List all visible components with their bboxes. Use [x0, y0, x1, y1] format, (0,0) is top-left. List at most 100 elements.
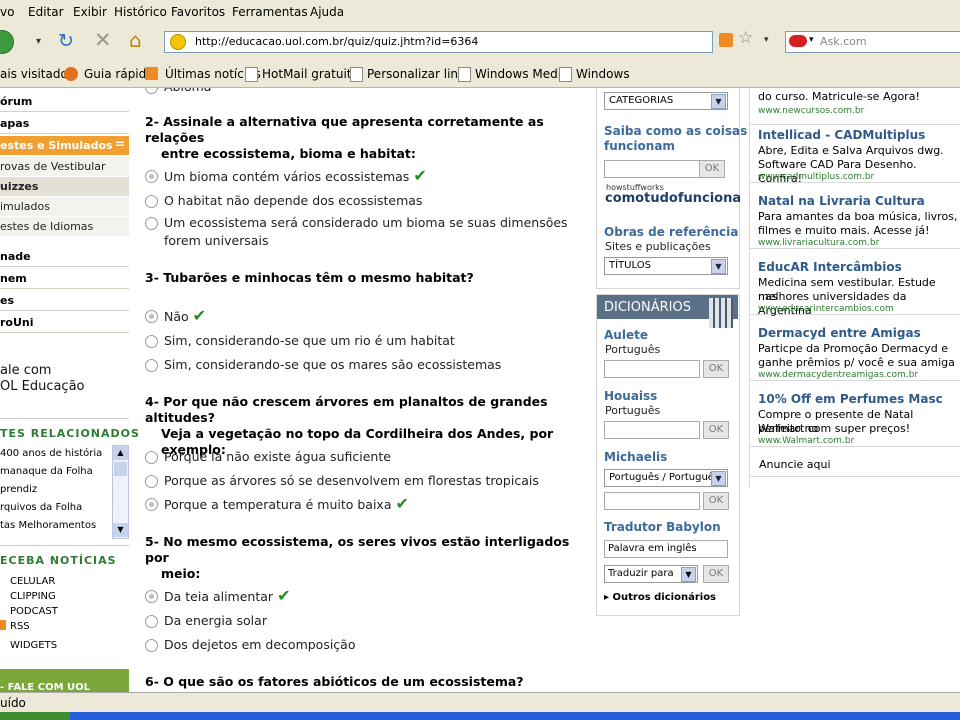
radio-button[interactable] [145, 359, 158, 372]
houaiss-ok-button[interactable]: OK [703, 421, 729, 439]
leftnav-enem[interactable]: nem [0, 269, 129, 289]
related-item[interactable]: 400 anos de história [0, 448, 102, 459]
news-podcast-link[interactable]: PODCAST [10, 606, 58, 617]
menu-edit[interactable]: Editar [28, 5, 64, 19]
radio-button[interactable] [145, 335, 158, 348]
url-bar[interactable]: http://educacao.uol.com.br/quiz/quiz.jht… [164, 31, 713, 53]
news-widgets-link[interactable]: WIDGETS [10, 640, 57, 651]
fale-com-uol-banner[interactable]: - FALE COM UOL [0, 669, 129, 692]
navigation-toolbar: ▾ ↻ ✕ ⌂ http://educacao.uol.com.br/quiz/… [0, 25, 960, 63]
contact-uol-link[interactable]: ale com OL Educação [0, 363, 85, 395]
history-dropdown-icon[interactable]: ▾ [36, 36, 41, 47]
outros-dicionarios-link[interactable]: ▸ Outros dicionários [604, 592, 716, 603]
radio-button[interactable] [145, 475, 158, 488]
houaiss-input[interactable] [604, 421, 700, 439]
leftnav-sub-simulados[interactable]: imulados [0, 197, 129, 216]
bookmark-star-icon[interactable]: ☆ [738, 28, 753, 48]
scroll-down-icon[interactable]: ▼ [113, 523, 128, 537]
ad-educar[interactable]: EducAR Intercâmbios Medicina sem vestibu… [750, 258, 960, 317]
related-item[interactable]: prendiz [0, 484, 37, 495]
bookmark-ultimas-noticias[interactable]: Últimas notícias [145, 67, 261, 81]
back-button[interactable] [0, 30, 14, 54]
related-scrollbar[interactable]: ▲ ▼ [112, 445, 129, 539]
categories-select[interactable]: CATEGORIAS ▼ [604, 92, 728, 110]
hsw-ok-button[interactable]: OK [699, 160, 725, 178]
michaelis-ok-button[interactable]: OK [703, 492, 729, 510]
ad-walmart[interactable]: 10% Off em Perfumes Masc Compre o presen… [750, 390, 960, 447]
ad-livraria-cultura[interactable]: Natal na Livraria Cultura Para amantes d… [750, 192, 960, 249]
scroll-thumb[interactable] [114, 462, 127, 476]
bookmark-windows-media[interactable]: Windows Media [458, 67, 568, 82]
ask-engine-icon[interactable] [789, 35, 807, 47]
michaelis-input[interactable] [604, 492, 700, 510]
radio-button[interactable] [145, 590, 158, 603]
ad-newcursos[interactable]: do curso. Matricule-se Agora! www.newcur… [750, 88, 960, 125]
menu-tools[interactable]: Ferramentas [232, 5, 308, 19]
news-celular-link[interactable]: CELULAR [10, 576, 55, 587]
anuncie-aqui-link[interactable]: Anuncie aqui [759, 458, 831, 471]
michaelis-select[interactable]: Português / Portuguê: ▼ [604, 469, 728, 487]
babylon-select[interactable]: Traduzir para ▼ [604, 565, 698, 583]
leftnav-mapas[interactable]: apas [0, 114, 129, 134]
collapse-icon[interactable]: = [115, 137, 125, 151]
scroll-up-icon[interactable]: ▲ [113, 446, 128, 460]
stop-icon[interactable]: ✕ [94, 28, 112, 52]
leftnav-enade[interactable]: nade [0, 247, 129, 267]
ad-cadmultiplus[interactable]: Intellicad - CADMultiplus Abre, Edita e … [750, 126, 960, 185]
chevron-down-icon: ▼ [681, 567, 696, 582]
radio-button[interactable] [145, 170, 158, 183]
leftnav-forum[interactable]: órum [0, 92, 129, 112]
aulete-ok-button[interactable]: OK [703, 360, 729, 378]
bookmark-personalizar-links[interactable]: Personalizar links [350, 67, 471, 82]
leftnav-sub-provas[interactable]: rovas de Vestibular [0, 157, 129, 176]
related-item[interactable]: tas Melhoramentos [0, 520, 96, 531]
radio-button[interactable] [145, 88, 158, 94]
rss-feed-icon[interactable] [719, 33, 733, 47]
babylon-label: Tradutor Babylon [604, 520, 721, 534]
related-sites-list[interactable]: 400 anos de história manaque da Folha pr… [0, 445, 112, 537]
leftnav-prouni[interactable]: roUni [0, 313, 129, 333]
bookmark-windows[interactable]: Windows [559, 67, 630, 82]
menu-favorites[interactable]: Favoritos [171, 5, 225, 19]
related-item[interactable]: manaque da Folha [0, 466, 93, 477]
rss-icon [145, 67, 158, 80]
babylon-input[interactable]: Palavra em inglês [604, 540, 728, 558]
aulete-input[interactable] [604, 360, 700, 378]
page-icon [458, 67, 471, 82]
check-icon: ✔ [395, 494, 409, 513]
search-box[interactable]: ▾ Ask.com [785, 31, 960, 53]
radio-button[interactable] [145, 217, 158, 230]
bookmark-most-visited[interactable]: ais visitados [0, 67, 74, 81]
leftnav-es[interactable]: es [0, 291, 129, 311]
leftnav-sub-idiomas[interactable]: estes de Idiomas [0, 217, 129, 236]
hsw-brand-logo[interactable]: comotudofunciona [605, 191, 741, 206]
leftnav-testes-simulados[interactable]: estes e Simulados = [0, 136, 129, 155]
ad-dermacyd[interactable]: Dermacyd entre Amigas Particpe da Promoç… [750, 324, 960, 381]
start-button[interactable] [0, 712, 70, 720]
radio-button[interactable] [145, 451, 158, 464]
news-clipping-link[interactable]: CLIPPING [10, 591, 56, 602]
radio-button[interactable] [145, 498, 158, 511]
bookmark-hotmail[interactable]: HotMail gratuito [245, 67, 359, 82]
search-input[interactable]: Ask.com [820, 35, 867, 48]
radio-button[interactable] [145, 615, 158, 628]
news-rss-link[interactable]: RSS [10, 621, 30, 632]
hsw-search-input[interactable] [604, 160, 700, 178]
menu-help[interactable]: Ajuda [310, 5, 344, 19]
reload-icon[interactable]: ↻ [58, 30, 74, 52]
radio-button[interactable] [145, 195, 158, 208]
check-icon: ✔ [192, 306, 207, 325]
radio-button[interactable] [145, 639, 158, 652]
menu-view[interactable]: Exibir [73, 5, 107, 19]
leftnav-sub-quizzes[interactable]: uizzes [0, 177, 129, 196]
menu-file[interactable]: vo [0, 5, 14, 19]
menu-history[interactable]: Histórico [114, 5, 167, 19]
bookmark-guia-rapido[interactable]: Guia rápido [64, 67, 154, 81]
related-item[interactable]: rquivos da Folha [0, 502, 82, 513]
babylon-ok-button[interactable]: OK [703, 565, 729, 583]
titulos-select[interactable]: TÍTULOS ▼ [604, 257, 728, 275]
radio-button[interactable] [145, 310, 158, 323]
home-icon[interactable]: ⌂ [129, 28, 142, 52]
url-dropdown-icon[interactable]: ▾ [764, 35, 769, 45]
firefox-icon [64, 67, 78, 81]
